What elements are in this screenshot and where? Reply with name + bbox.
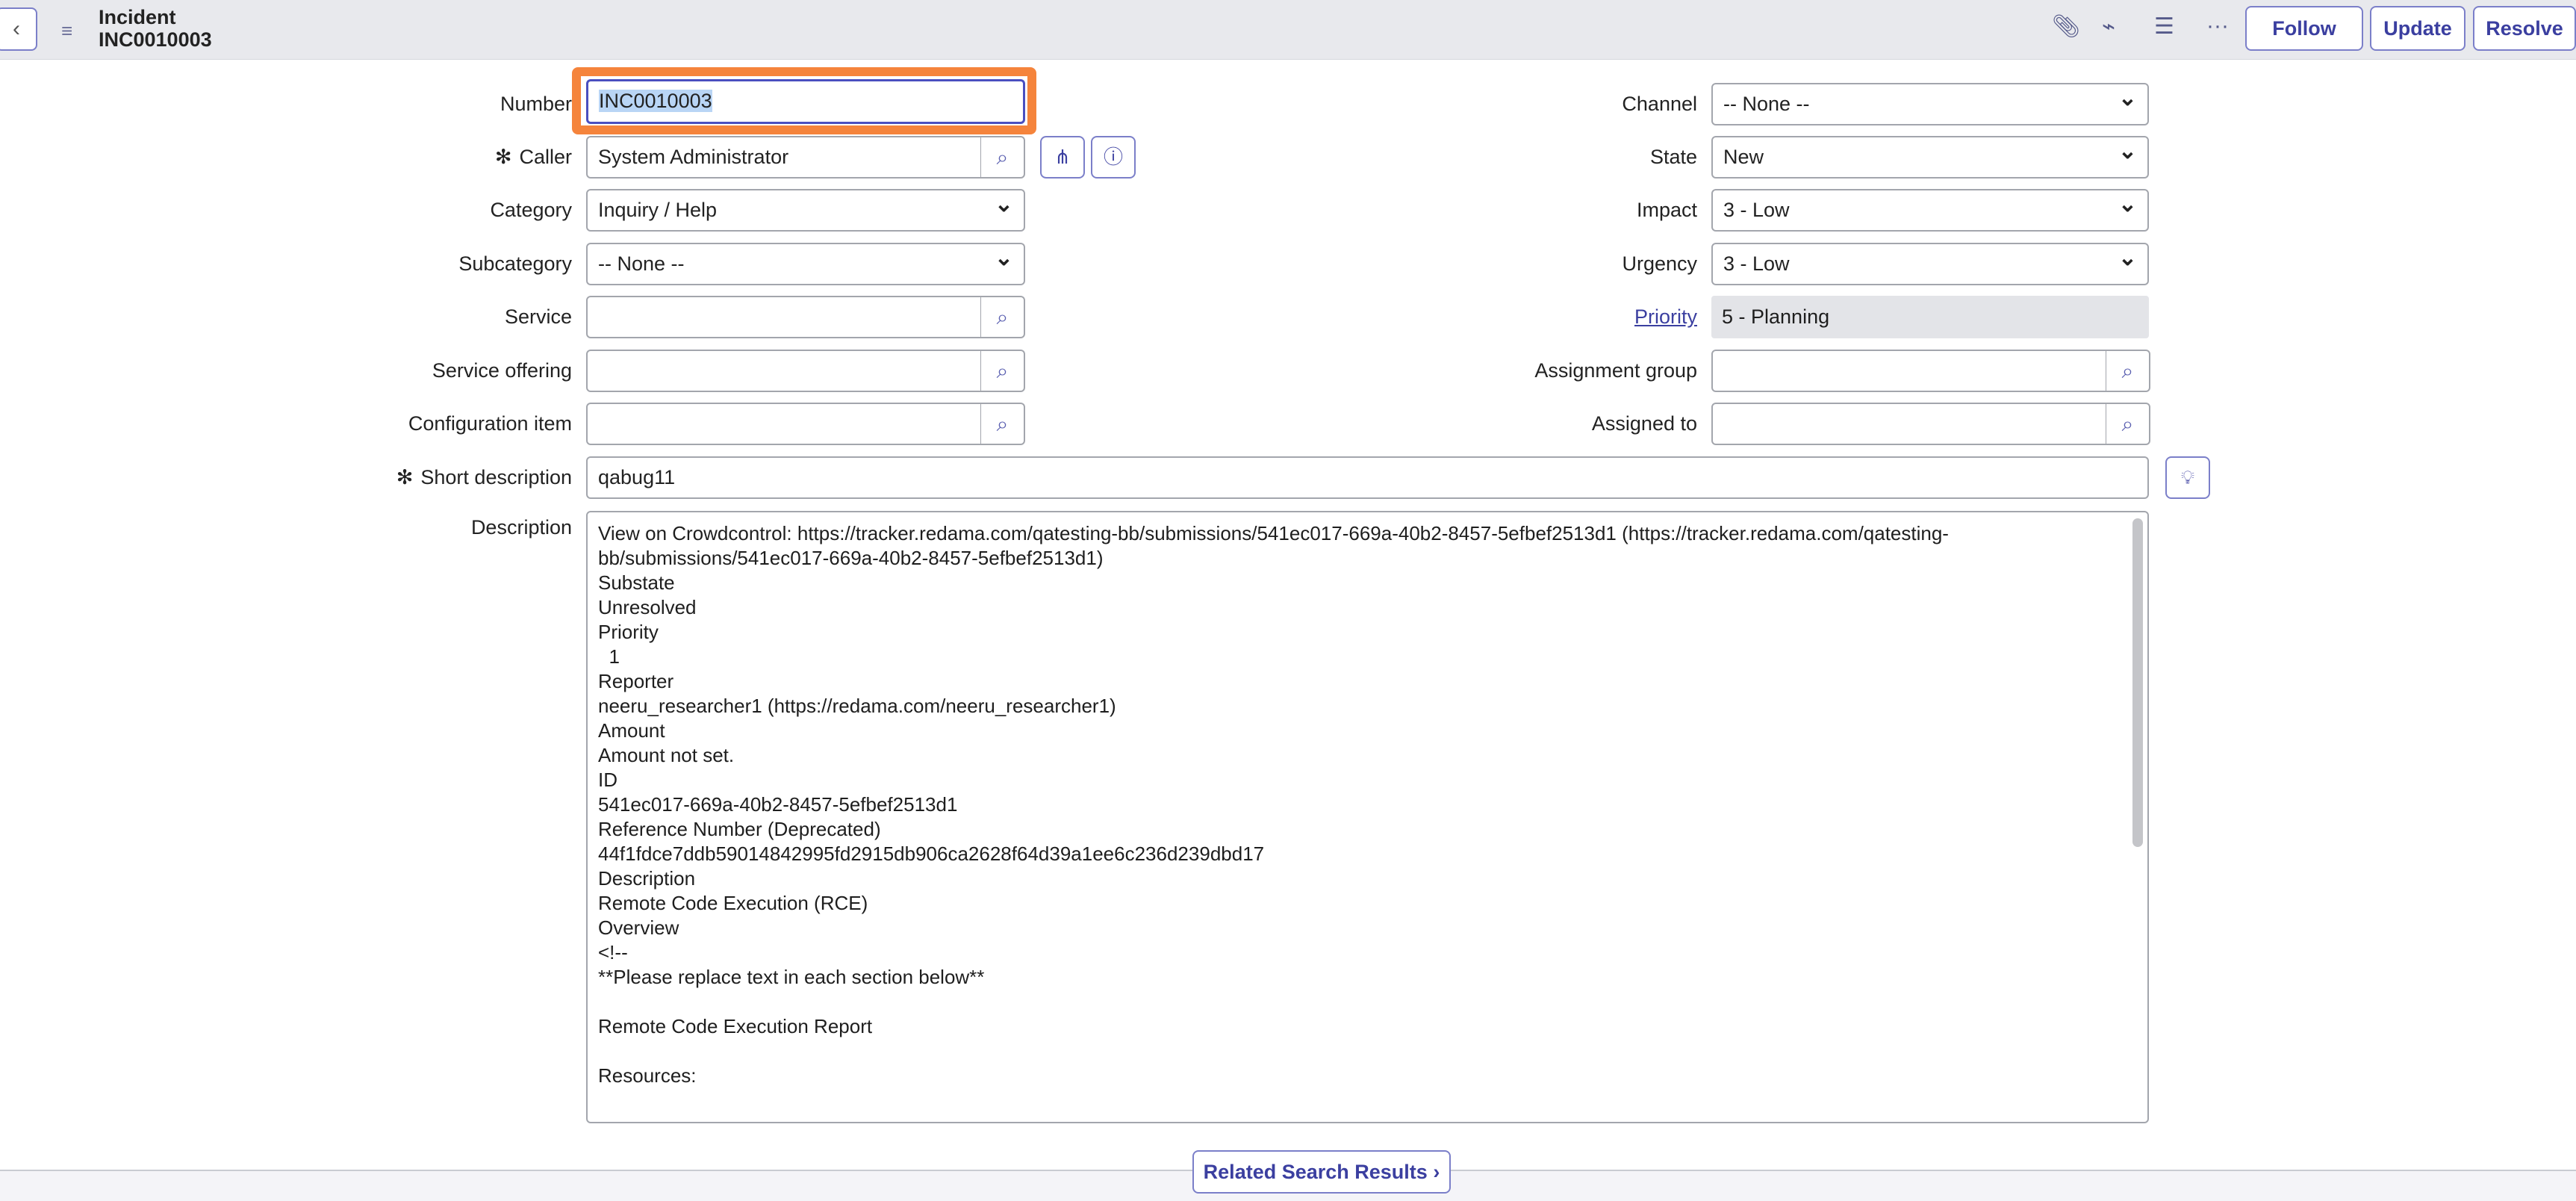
description-line: View on Crowdcontrol: https://tracker.re… — [598, 522, 1949, 544]
description-line: Overview — [598, 916, 679, 939]
description-label: Description — [470, 516, 572, 539]
more-icon[interactable]: ··· — [2206, 13, 2229, 39]
page-title: Incident INC0010003 — [99, 6, 212, 51]
assigned-to-label: Assigned to — [1591, 412, 1697, 435]
required-icon: ✻ — [396, 466, 414, 488]
description-line: 44f1fdce7ddb59014842995fd2915db906ca2628… — [598, 842, 1265, 865]
subcategory-label: Subcategory — [458, 252, 572, 275]
activity-icon[interactable]: ⌁ — [2102, 13, 2115, 40]
state-select[interactable]: New — [1711, 136, 2149, 179]
priority-link[interactable]: Priority — [1634, 305, 1697, 328]
description-line: **Please replace text in each section be… — [598, 966, 985, 988]
caller-hierarchy-icon[interactable]: ⋔ — [1040, 136, 1085, 179]
back-button[interactable]: ‹ — [0, 7, 37, 51]
related-search-results-button[interactable]: Related Search Results › — [1192, 1150, 1451, 1194]
description-line: bb/submissions/541ec017-669a-40b2-8457-5… — [598, 547, 1104, 569]
category-label: Category — [490, 199, 572, 221]
short-description-label: ✻ Short description — [299, 456, 572, 499]
menu-icon[interactable]: ≡ — [61, 19, 72, 43]
description-line: ID — [598, 769, 617, 791]
caller-field[interactable]: System Administrator — [586, 136, 982, 179]
description-line: Resources: — [598, 1064, 697, 1087]
description-line: Substate — [598, 571, 675, 594]
description-line: Reporter — [598, 670, 674, 692]
priority-value: 5 - Planning — [1711, 296, 2149, 338]
description-line — [598, 990, 2137, 1014]
paperclip-icon[interactable]: 📎︎ — [2052, 13, 2080, 40]
description-line: 541ec017-669a-40b2-8457-5efbef2513d1 — [598, 793, 958, 816]
description-line: Amount — [598, 719, 665, 742]
caller-label-text: Caller — [519, 146, 572, 168]
caller-label: ✻ Caller — [299, 136, 572, 179]
description-line: neeru_researcher1 (https://redama.com/ne… — [598, 695, 1116, 717]
urgency-label: Urgency — [1622, 252, 1697, 275]
service-search-icon[interactable]: ⌕ — [980, 296, 1025, 338]
impact-select[interactable]: 3 - Low — [1711, 189, 2149, 232]
description-line: Remote Code Execution Report — [598, 1015, 873, 1037]
service-field[interactable] — [586, 296, 982, 338]
resolve-button[interactable]: Resolve — [2473, 6, 2576, 51]
configuration-item-search-icon[interactable]: ⌕ — [980, 403, 1025, 445]
impact-label: Impact — [1636, 199, 1697, 221]
number-value: INC0010003 — [599, 90, 712, 112]
service-label: Service — [504, 305, 572, 328]
caller-search-icon[interactable]: ⌕ — [980, 136, 1025, 179]
description-line: Amount not set. — [598, 744, 735, 766]
configuration-item-label: Configuration item — [408, 412, 572, 435]
subcategory-select[interactable]: -- None -- — [586, 243, 1025, 285]
scrollbar[interactable] — [2132, 518, 2143, 847]
caller-info-icon[interactable]: ⓘ — [1091, 136, 1136, 179]
description-line: Priority — [598, 621, 659, 643]
channel-label: Channel — [1622, 93, 1697, 115]
channel-select[interactable]: -- None -- — [1711, 83, 2149, 125]
short-description-label-text: Short description — [420, 466, 572, 488]
service-offering-label: Service offering — [432, 359, 572, 382]
chevron-right-icon: › — [1433, 1161, 1440, 1183]
service-offering-field[interactable] — [586, 350, 982, 392]
assignment-group-field[interactable] — [1711, 350, 2107, 392]
description-line: 1 — [598, 645, 620, 668]
description-textarea[interactable]: View on Crowdcontrol: https://tracker.re… — [586, 511, 2149, 1123]
required-icon: ✻ — [494, 146, 512, 168]
number-field[interactable]: INC0010003 — [586, 79, 1025, 124]
service-offering-search-icon[interactable]: ⌕ — [980, 350, 1025, 392]
assignment-group-label: Assignment group — [1534, 359, 1697, 382]
urgency-select[interactable]: 3 - Low — [1711, 243, 2149, 285]
record-number: INC0010003 — [99, 28, 212, 51]
description-line: Remote Code Execution (RCE) — [598, 892, 868, 914]
assigned-to-search-icon[interactable]: ⌕ — [2106, 403, 2150, 445]
assignment-group-search-icon[interactable]: ⌕ — [2106, 350, 2150, 392]
description-line: <!-- — [598, 941, 628, 963]
number-label: Number — [500, 93, 572, 115]
category-select[interactable]: Inquiry / Help — [586, 189, 1025, 232]
follow-button[interactable]: Follow — [2245, 6, 2363, 51]
short-description-field[interactable]: qabug11 — [586, 456, 2149, 499]
configuration-item-field[interactable] — [586, 403, 982, 445]
description-line: Description — [598, 867, 696, 890]
update-button[interactable]: Update — [2370, 6, 2465, 51]
related-label: Related Search Results — [1203, 1161, 1428, 1183]
record-type: Incident — [99, 6, 176, 28]
description-line: Unresolved — [598, 596, 697, 618]
state-label: State — [1649, 146, 1697, 168]
form-header: ‹ ≡ Incident INC0010003 📎︎ ⌁ ☰ ··· Follow… — [0, 0, 2576, 60]
settings-sliders-icon[interactable]: ☰ — [2154, 13, 2174, 40]
assigned-to-field[interactable] — [1711, 403, 2107, 445]
description-line: Reference Number (Deprecated) — [598, 818, 881, 840]
description-line — [598, 1039, 2137, 1064]
lightbulb-icon[interactable]: 💡︎ — [2165, 456, 2210, 499]
